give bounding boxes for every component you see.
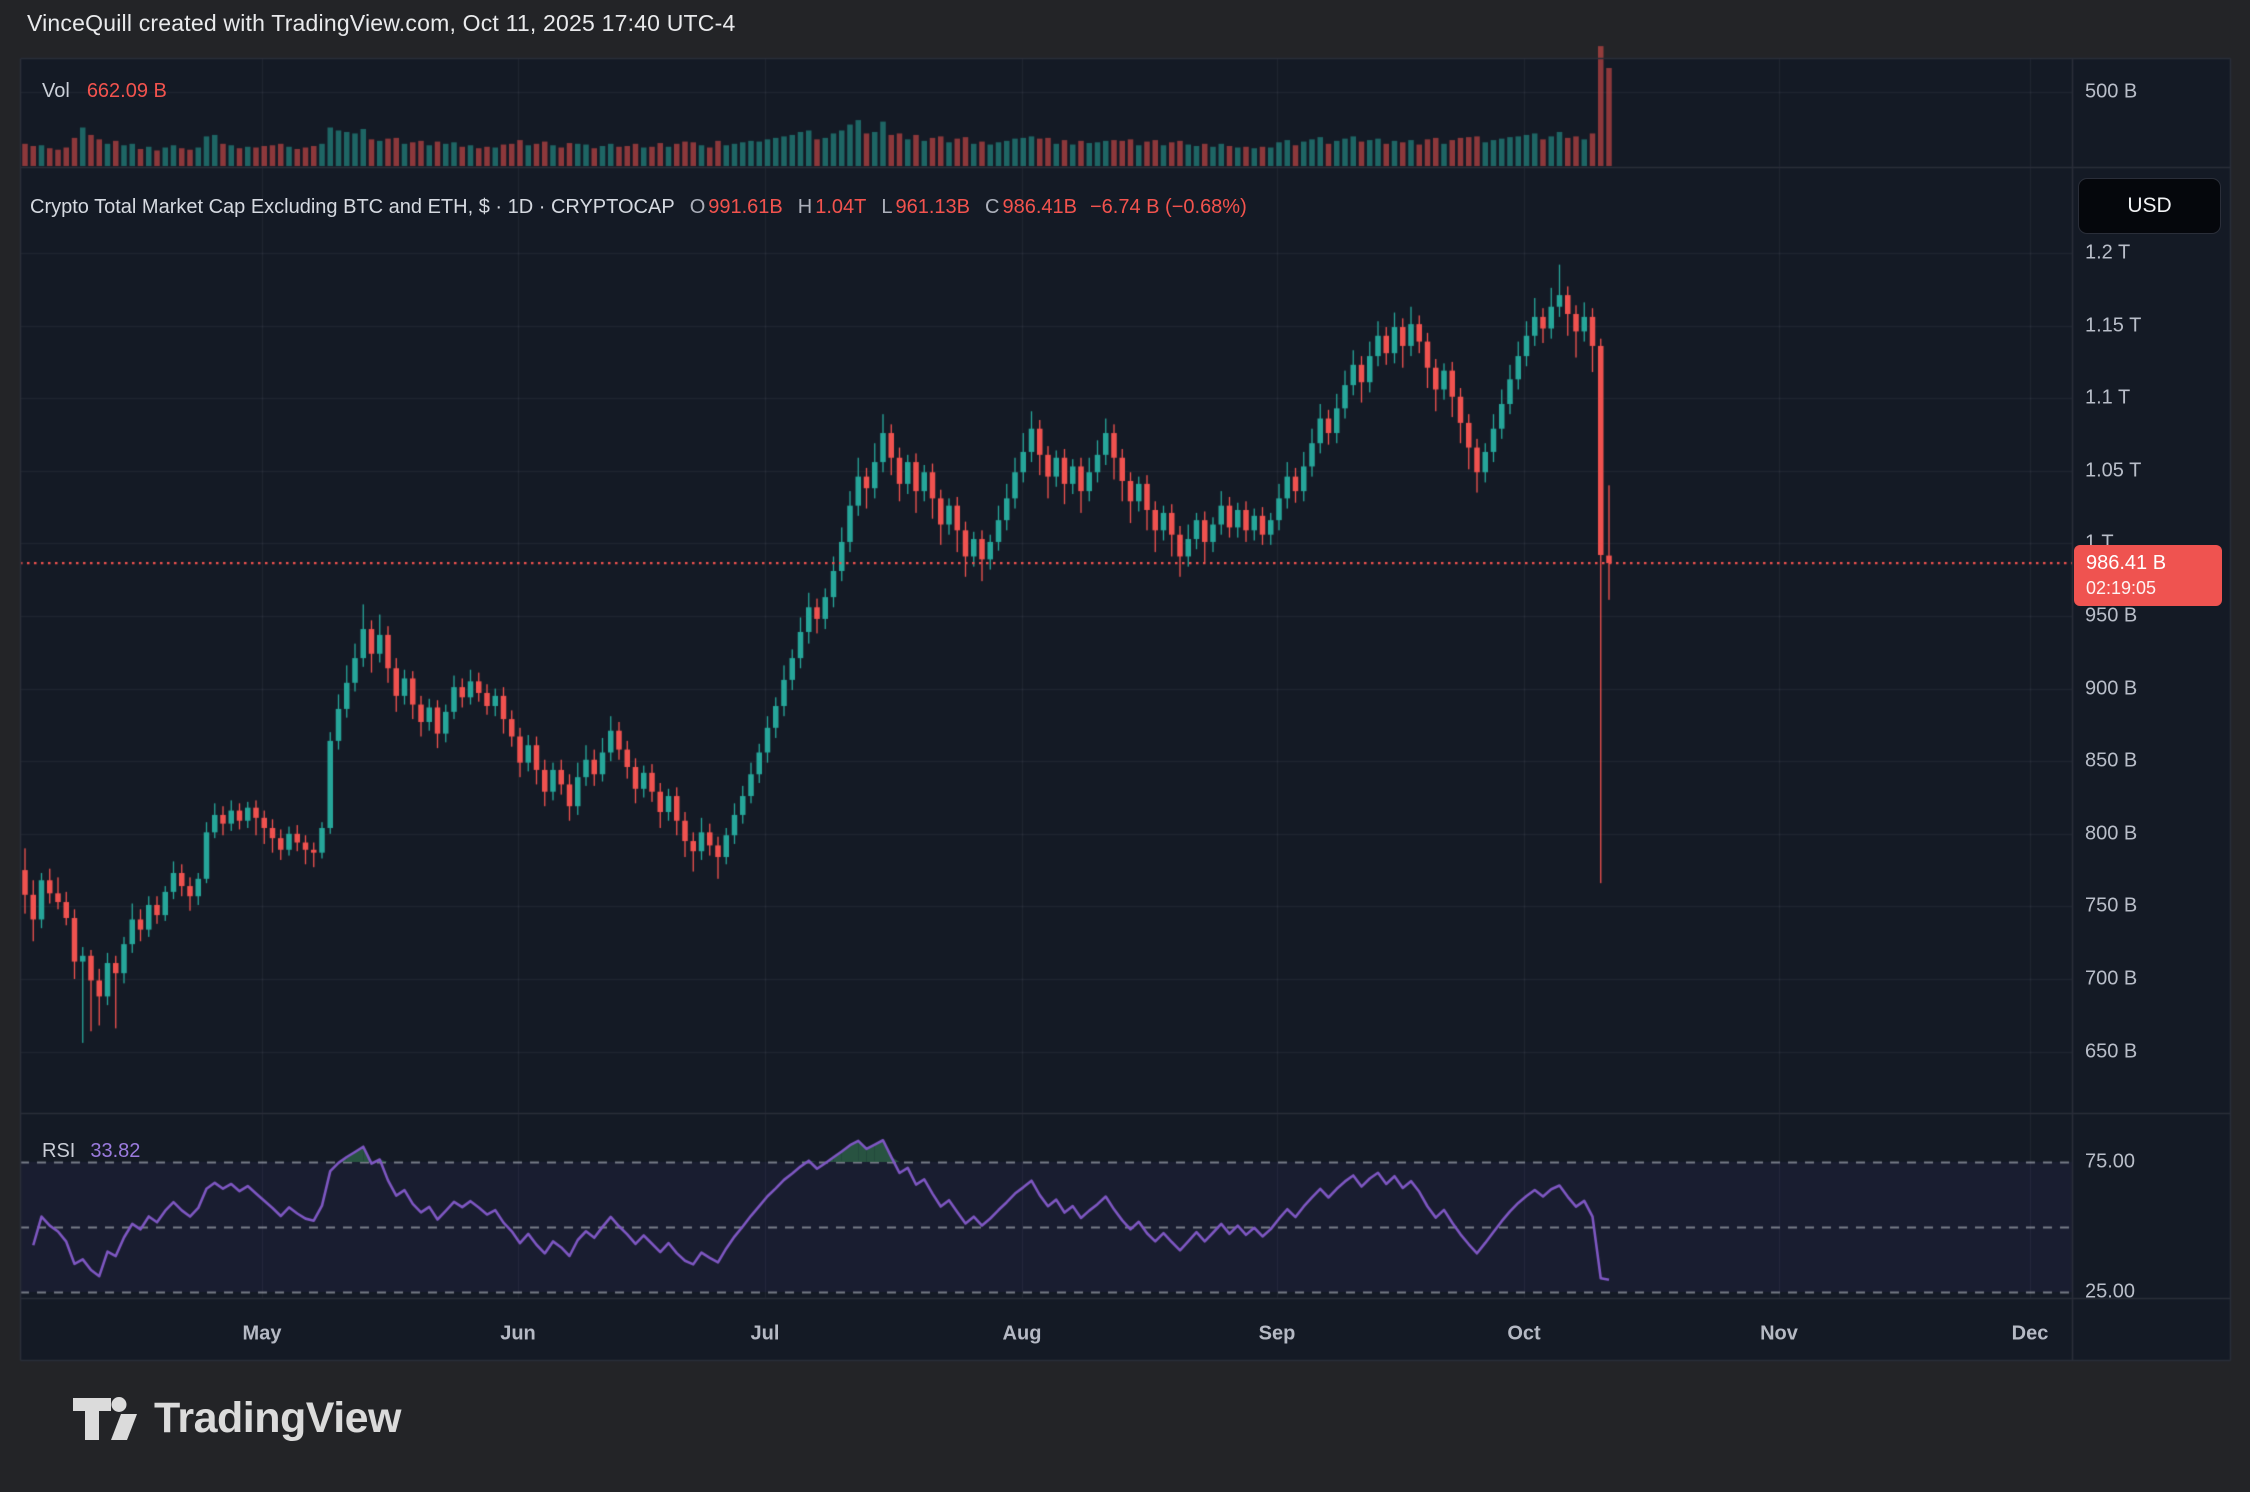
price-axis-label: 1.2 T bbox=[2085, 242, 2130, 265]
ohlc-value: 1.04T bbox=[815, 196, 866, 218]
rsi-legend-value: 33.82 bbox=[90, 1140, 140, 1162]
volume-legend[interactable]: Vol 662.09 B bbox=[42, 80, 167, 103]
volume-axis-label: 500 B bbox=[2085, 81, 2137, 104]
ohlc-value: 986.41B bbox=[1002, 196, 1077, 218]
ohlc-letter: L bbox=[881, 196, 892, 218]
rsi-axis-label: 75.00 bbox=[2085, 1151, 2135, 1174]
symbol-legend[interactable]: Crypto Total Market Cap Excluding BTC an… bbox=[30, 196, 1247, 219]
price-axis-label: 1.15 T bbox=[2085, 314, 2141, 337]
price-axis-label: 800 B bbox=[2085, 822, 2137, 845]
volume-legend-label: Vol bbox=[42, 80, 70, 102]
rsi-axis-label: 25.00 bbox=[2085, 1281, 2135, 1304]
price-axis-label: 900 B bbox=[2085, 677, 2137, 700]
ohlc-letter: C bbox=[985, 196, 999, 218]
change-value: −6.74 B (−0.68%) bbox=[1090, 196, 1247, 218]
last-price-value: 986.41 B bbox=[2086, 550, 2222, 577]
volume-legend-value: 662.09 B bbox=[87, 80, 167, 102]
last-price-badge: 986.41 B 02:19:05 bbox=[2074, 545, 2222, 606]
price-axis-label: 850 B bbox=[2085, 750, 2137, 773]
ohlc-value: 991.61B bbox=[708, 196, 783, 218]
ohlc-letter: O bbox=[690, 196, 706, 218]
chart-canvas[interactable] bbox=[0, 0, 2250, 1492]
tradingview-logo-icon bbox=[72, 1396, 138, 1442]
time-axis-label-aug: Aug bbox=[1003, 1323, 1042, 1346]
attribution-text: VinceQuill created with TradingView.com,… bbox=[27, 10, 735, 37]
ohlc-values: O991.61B H1.04T L961.13B C986.41B bbox=[675, 196, 1077, 218]
rsi-legend[interactable]: RSI 33.82 bbox=[42, 1140, 140, 1163]
symbol-title: Crypto Total Market Cap Excluding BTC an… bbox=[30, 196, 675, 218]
price-axis-label: 1.05 T bbox=[2085, 459, 2141, 482]
time-axis-label-oct: Oct bbox=[1507, 1323, 1540, 1346]
time-axis-label-sep: Sep bbox=[1259, 1323, 1296, 1346]
time-axis-label-nov: Nov bbox=[1760, 1323, 1798, 1346]
price-axis-label: 650 B bbox=[2085, 1040, 2137, 1063]
tradingview-logo[interactable]: TradingView bbox=[72, 1394, 401, 1443]
price-axis-label: 1.1 T bbox=[2085, 387, 2130, 410]
tradingview-published-chart: VinceQuill created with TradingView.com,… bbox=[0, 0, 2250, 1492]
rsi-legend-label: RSI bbox=[42, 1140, 75, 1162]
price-axis-label: 950 B bbox=[2085, 605, 2137, 628]
bar-countdown: 02:19:05 bbox=[2086, 577, 2222, 600]
ohlc-letter: H bbox=[798, 196, 812, 218]
tradingview-logo-text: TradingView bbox=[154, 1394, 401, 1443]
ohlc-value: 961.13B bbox=[896, 196, 971, 218]
time-axis-label-may: May bbox=[243, 1323, 282, 1346]
price-axis-label: 700 B bbox=[2085, 968, 2137, 991]
time-axis-label-dec: Dec bbox=[2012, 1323, 2049, 1346]
price-axis-label: 750 B bbox=[2085, 895, 2137, 918]
currency-toggle-button[interactable]: USD bbox=[2078, 178, 2221, 234]
time-axis-label-jun: Jun bbox=[500, 1323, 536, 1346]
time-axis-label-jul: Jul bbox=[751, 1323, 780, 1346]
